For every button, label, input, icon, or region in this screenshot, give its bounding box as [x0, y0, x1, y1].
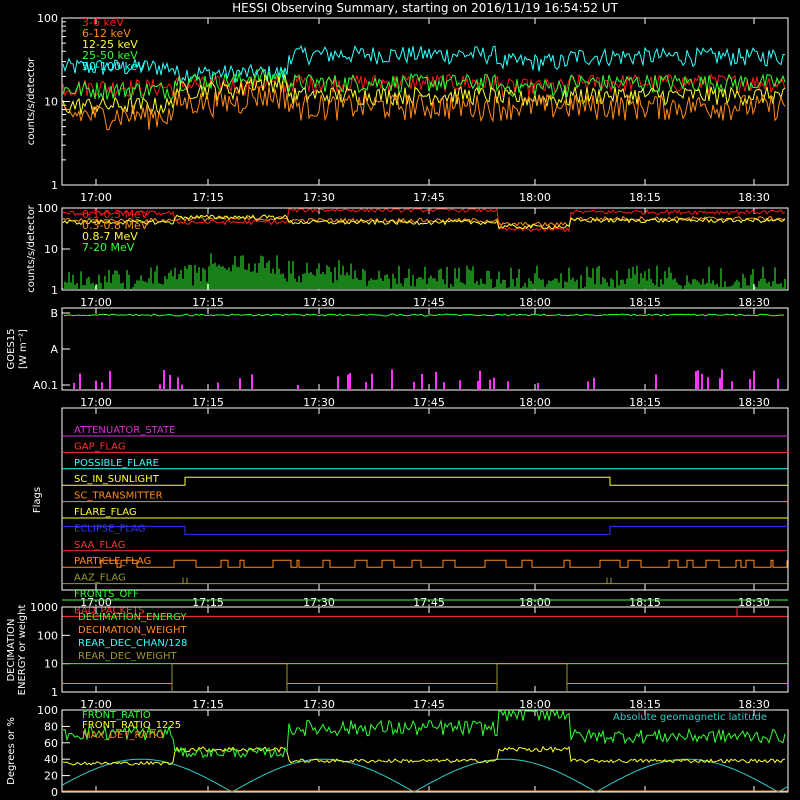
y-tick-label: 1000	[30, 601, 58, 614]
y-tick-label: 1	[51, 179, 58, 192]
y-axis-label: counts/s/detector	[26, 204, 37, 292]
x-tick-label: 17:00	[80, 296, 112, 309]
x-tick-label: 18:30	[738, 698, 770, 711]
flag-line	[62, 559, 788, 568]
x-tick-label: 18:30	[738, 296, 770, 309]
y-tick-label: 10	[44, 243, 58, 256]
flag-label: SC_TRANSMITTER	[74, 491, 163, 502]
x-tick-label: 17:00	[80, 396, 112, 409]
x-tick-label: 17:15	[192, 296, 224, 309]
y-axis-label: GOES15	[6, 328, 17, 369]
y-tick-label: 100	[37, 704, 58, 717]
front-ratio-1225-line	[62, 745, 786, 766]
y-tick-label: 100	[37, 12, 58, 25]
legend-entry: REAR_DEC_CHAN/128	[78, 638, 187, 649]
flag-label: PARTICLE_FLAG	[74, 556, 151, 567]
x-tick-label: 17:45	[413, 296, 445, 309]
x-tick-label: 17:45	[413, 396, 445, 409]
flag-label: SAA_FLAG	[74, 540, 125, 551]
y-tick-label: 20	[44, 770, 58, 783]
y-tick-label: 10	[44, 96, 58, 109]
legend-entry: DECIMATION_WEIGHT	[78, 625, 187, 636]
x-tick-label: 17:30	[303, 698, 335, 711]
y-tick-label: 100	[37, 629, 58, 642]
annotation-geomagnetic: Absolute geomagnetic latitude	[613, 712, 767, 723]
x-tick-label: 18:15	[629, 698, 661, 711]
flag-label: FLARE_FLAG	[74, 507, 137, 518]
flag-label: ATTENUATOR_STATE	[74, 425, 175, 436]
flag-label: AAZ_FLAG	[74, 573, 126, 584]
legend-entry: MAX_DET_RATIO	[82, 730, 164, 741]
flag-label: POSSIBLE_FLARE	[74, 458, 159, 469]
x-tick-label: 17:15	[192, 698, 224, 711]
gamma-series-line	[62, 253, 786, 290]
x-tick-label: 18:30	[738, 191, 770, 204]
flag-line	[62, 577, 788, 585]
y-axis-label: Flags	[32, 487, 43, 513]
flag-label: SC_IN_SUNLIGHT	[74, 474, 160, 485]
x-tick-label: 18:15	[629, 296, 661, 309]
y-tick-label: 40	[44, 753, 58, 766]
x-tick-label: 18:00	[519, 191, 551, 204]
x-tick-label: 18:00	[519, 396, 551, 409]
decimation-weight-line	[62, 663, 788, 684]
y-tick-label: B	[50, 307, 58, 320]
y-tick-label: 1	[51, 284, 58, 297]
hxr-series-line	[62, 84, 786, 131]
hxr-series-line	[62, 68, 786, 101]
chart-title: HESSI Observing Summary, starting on 201…	[232, 1, 618, 15]
legend-entry: 50-100 keV	[82, 60, 145, 73]
y-tick-label: 1	[51, 686, 58, 699]
flag-line	[62, 476, 788, 486]
goes-event-spikes	[73, 369, 779, 389]
y-axis-label: ENERGY or weight	[17, 605, 28, 696]
y-tick-label: 100	[37, 202, 58, 215]
legend-entry: REAR_DEC_WEIGHT	[78, 651, 177, 662]
y-axis-label: Degrees or %	[6, 717, 17, 785]
x-tick-label: 18:15	[629, 396, 661, 409]
y-axis-label: DECIMATION	[6, 618, 17, 681]
y-tick-label: 10	[44, 658, 58, 671]
flag-label: GAP_FLAG	[74, 441, 126, 452]
x-tick-label: 17:45	[413, 698, 445, 711]
x-tick-label: 18:30	[738, 396, 770, 409]
goes-flux-line	[63, 313, 785, 317]
y-axis-label: [W m⁻²]	[18, 329, 29, 369]
y-tick-label: A0.1	[33, 379, 58, 392]
y-tick-label: 80	[44, 720, 58, 733]
x-tick-label: 17:15	[192, 191, 224, 204]
y-tick-label: 0	[51, 786, 58, 799]
x-tick-label: 17:45	[413, 191, 445, 204]
y-tick-label: A	[50, 343, 58, 356]
rear-dec-weight-line	[171, 663, 568, 691]
x-tick-label: 17:15	[192, 396, 224, 409]
flag-label: ECLIPSE_FLAG	[74, 523, 145, 534]
legend-entry: DECIMATION_ENERGY	[78, 612, 187, 623]
flag-line	[62, 525, 788, 535]
observing-summary-chart: HESSI Observing Summary, starting on 201…	[6, 1, 789, 799]
flag-label: FRONTS_OFF	[74, 589, 139, 600]
x-tick-label: 18:00	[519, 698, 551, 711]
x-tick-label: 17:30	[303, 191, 335, 204]
x-tick-label: 18:00	[519, 296, 551, 309]
x-tick-label: 18:15	[629, 191, 661, 204]
y-axis-label: counts/s/detector	[26, 57, 37, 145]
legend-entry: 7-20 MeV	[82, 241, 135, 254]
x-tick-label: 17:30	[303, 296, 335, 309]
x-tick-label: 17:00	[80, 191, 112, 204]
x-tick-label: 17:30	[303, 396, 335, 409]
y-tick-label: 60	[44, 737, 58, 750]
